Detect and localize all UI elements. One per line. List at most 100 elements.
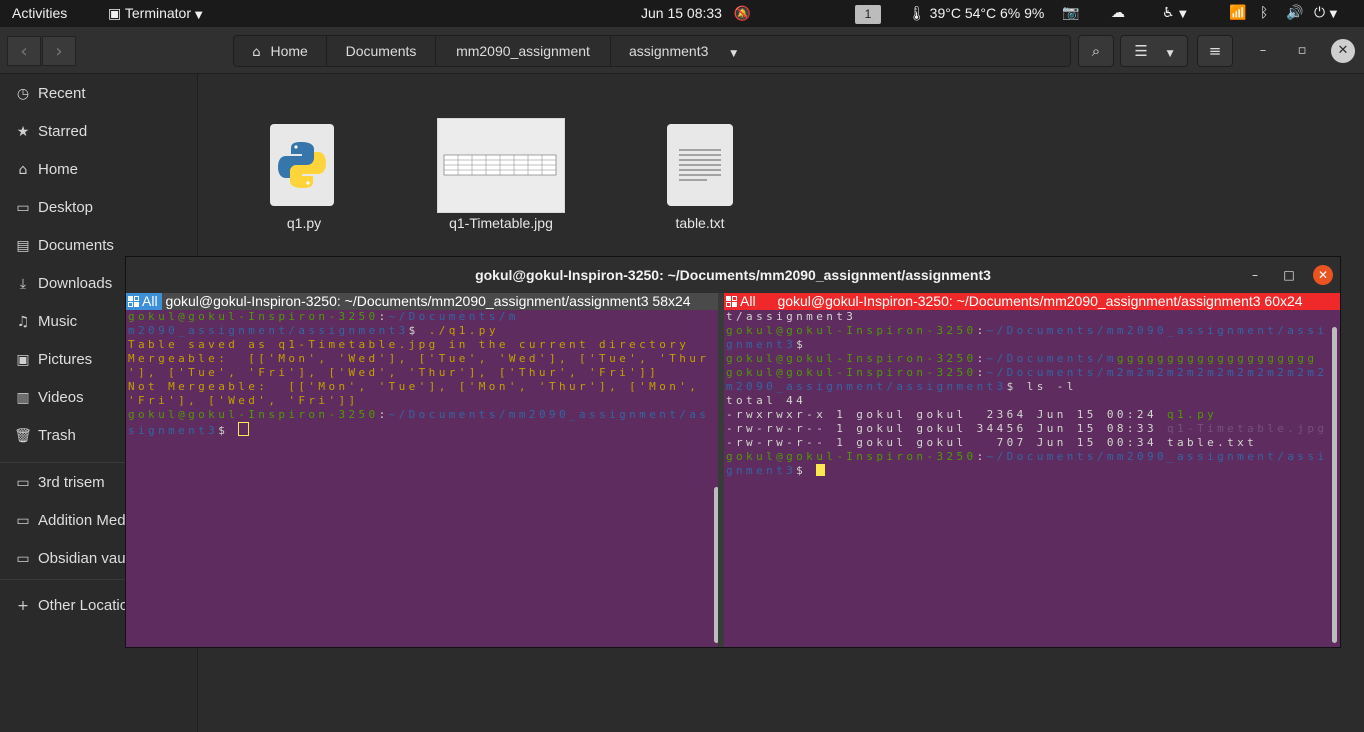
terminal-line: '], ['Tue', 'Fri'], ['Wed', 'Thur'], ['T… bbox=[128, 366, 660, 379]
clock-label: Jun 15 08:33 bbox=[641, 5, 722, 21]
desktop-icon: ▭ bbox=[16, 200, 30, 216]
back-button[interactable]: ‹ bbox=[7, 36, 41, 66]
menu-button[interactable]: ≡ bbox=[1197, 35, 1233, 67]
sidebar-item-label: Pictures bbox=[38, 351, 93, 368]
sidebar-item-label: Obsidian vault bbox=[38, 550, 134, 567]
pane-header-right[interactable]: All gokul@gokul-Inspiron-3250: ~/Documen… bbox=[724, 293, 1340, 310]
trash-icon: 🗑 bbox=[14, 428, 32, 444]
close-button[interactable]: ✕ bbox=[1313, 265, 1333, 285]
terminal-line: gnment3$ bbox=[726, 338, 807, 351]
close-button[interactable]: ✕ bbox=[1331, 39, 1355, 63]
hamburger-icon: ≡ bbox=[1208, 42, 1222, 60]
clock-icon: ◷ bbox=[16, 86, 30, 102]
sidebar-item-label: 3rd trisem bbox=[38, 474, 105, 491]
home-icon: ⌂ bbox=[252, 45, 261, 60]
terminal-pane-right[interactable]: All gokul@gokul-Inspiron-3250: ~/Documen… bbox=[724, 293, 1340, 647]
workspace-indicator[interactable]: 1 bbox=[855, 0, 881, 27]
list-view-icon: ☰ bbox=[1134, 42, 1148, 60]
cloud-icon[interactable]: ☁ bbox=[1111, 0, 1125, 27]
pane-header-left[interactable]: All gokul@gokul-Inspiron-3250: ~/Documen… bbox=[126, 293, 718, 310]
terminal-line: Not Mergeable: [['Mon', 'Tue'], ['Mon', … bbox=[128, 380, 700, 393]
forward-button[interactable]: › bbox=[42, 36, 76, 66]
scrollbar-right[interactable] bbox=[1332, 327, 1337, 643]
terminal-line: Mergeable: [['Mon', 'Wed'], ['Tue', 'Wed… bbox=[128, 352, 710, 365]
terminator-titlebar[interactable]: gokul@gokul-Inspiron-3250: ~/Documents/m… bbox=[126, 257, 1340, 293]
minimize-button[interactable]: – bbox=[1245, 265, 1265, 285]
maximize-button[interactable]: ▫ bbox=[1290, 39, 1314, 63]
grid-icon bbox=[128, 296, 139, 307]
chevron-down-icon: ▼ bbox=[730, 49, 738, 59]
drive-icon: ▭ bbox=[16, 475, 30, 491]
download-icon: ⤓ bbox=[19, 276, 27, 292]
video-icon: ▥ bbox=[16, 390, 30, 406]
files-headerbar: ‹ › ⌂ Home Documents mm2090_assignment as… bbox=[0, 27, 1364, 74]
chevron-down-icon: ▼ bbox=[194, 10, 203, 21]
sidebar-item-label: Starred bbox=[38, 123, 88, 140]
broadcast-group-badge[interactable]: All bbox=[126, 293, 162, 310]
sidebar-item-label: Downloads bbox=[38, 275, 113, 292]
grid-icon bbox=[726, 296, 737, 307]
breadcrumb-mm2090[interactable]: mm2090_assignment bbox=[436, 36, 611, 66]
breadcrumb-label: assignment3 bbox=[629, 43, 709, 59]
clock[interactable]: Jun 15 08:33 🔕 bbox=[641, 0, 751, 27]
chevron-left-icon: ‹ bbox=[20, 41, 28, 62]
sidebar-item-label: Home bbox=[38, 161, 79, 178]
ls-row: -rwxrwxr-x 1 gokul gokul 2364 Jun 15 00:… bbox=[726, 408, 1218, 421]
terminal-line: gokul@gokul-Inspiron-3250:~/Documents/mm… bbox=[726, 450, 1328, 463]
terminal-line: gokul@gokul-Inspiron-3250:~/Documents/mm… bbox=[726, 324, 1328, 337]
sidebar-item-label: Addition Media bbox=[38, 512, 138, 529]
window-title: gokul@gokul-Inspiron-3250: ~/Documents/m… bbox=[475, 267, 991, 283]
image-thumbnail bbox=[437, 118, 565, 213]
chevron-down-icon: ▼ bbox=[1166, 49, 1174, 59]
terminal-line: gokul@gokul-Inspiron-3250:~/Documents/mg… bbox=[726, 352, 1318, 365]
sidebar-item-label: Desktop bbox=[38, 199, 94, 216]
ls-row: -rw-rw-r-- 1 gokul gokul 707 Jun 15 00:3… bbox=[726, 436, 1258, 449]
breadcrumb-documents[interactable]: Documents bbox=[327, 36, 436, 66]
breadcrumb-label: Documents bbox=[345, 43, 417, 59]
workspace-number: 1 bbox=[855, 4, 881, 24]
sidebar-item-label: Trash bbox=[38, 427, 76, 444]
activities-button[interactable]: Activities bbox=[12, 0, 67, 27]
terminal-cursor bbox=[816, 464, 826, 476]
sidebar-item-label: Documents bbox=[38, 237, 114, 254]
music-icon: ♫ bbox=[16, 314, 30, 330]
file-item-table-txt[interactable]: table.txt bbox=[650, 123, 750, 238]
terminal-line: m2090_assignment/assignment3$ ./q1.py bbox=[128, 324, 499, 337]
bluetooth-icon[interactable]: ᛒ bbox=[1260, 0, 1268, 27]
badge-label: All bbox=[740, 293, 756, 309]
broadcast-group-badge[interactable]: All bbox=[724, 293, 760, 310]
search-button[interactable]: ⌕ bbox=[1078, 35, 1114, 67]
sidebar-item-recent[interactable]: ◷ Recent bbox=[0, 76, 197, 112]
volume-icon[interactable]: 🔊 bbox=[1286, 0, 1303, 27]
maximize-button[interactable]: □ bbox=[1279, 265, 1299, 285]
drive-icon: ▭ bbox=[16, 551, 30, 567]
search-icon: ⌕ bbox=[1091, 42, 1101, 60]
terminal-cursor bbox=[238, 422, 250, 436]
wifi-icon[interactable]: 📶 bbox=[1229, 0, 1246, 27]
star-icon: ★ bbox=[16, 124, 30, 140]
drive-icon: ▭ bbox=[16, 513, 30, 529]
minimize-button[interactable]: – bbox=[1251, 39, 1275, 63]
breadcrumb-home[interactable]: ⌂ Home bbox=[234, 36, 327, 66]
terminator-window: gokul@gokul-Inspiron-3250: ~/Documents/m… bbox=[125, 256, 1341, 648]
power-icon[interactable]: ⏻ ▼ bbox=[1314, 0, 1337, 27]
terminal-line: Table saved as q1-Timetable.jpg in the c… bbox=[128, 338, 690, 351]
breadcrumb-assignment3[interactable]: assignment3 ▼ bbox=[611, 36, 750, 66]
view-toggle-button[interactable]: ☰ ▼ bbox=[1120, 35, 1188, 67]
terminal-app-icon: ▣ bbox=[108, 6, 122, 22]
sidebar-item-starred[interactable]: ★ Starred bbox=[0, 114, 197, 150]
screenshot-icon[interactable]: 📷 bbox=[1062, 0, 1079, 27]
accessibility-icon[interactable]: ♿ ▼ bbox=[1162, 0, 1187, 27]
terminal-line: m2090_assignment/assignment3$ ls -l bbox=[726, 380, 1077, 393]
terminal-line: 'Fri'], ['Wed', 'Fri']] bbox=[128, 394, 359, 407]
path-bar: ⌂ Home Documents mm2090_assignment assign… bbox=[233, 35, 1071, 67]
file-item-q1-timetable[interactable]: q1-Timetable.jpg bbox=[436, 118, 566, 238]
sidebar-item-home[interactable]: ⌂ Home bbox=[0, 152, 197, 188]
terminal-line: gokul@gokul-Inspiron-3250:~/Documents/m2… bbox=[726, 366, 1328, 379]
file-item-q1-py[interactable]: q1.py bbox=[254, 123, 354, 238]
terminal-line: gnment3$ bbox=[726, 464, 826, 478]
sidebar-item-desktop[interactable]: ▭ Desktop bbox=[0, 190, 197, 226]
app-menu[interactable]: ▣ Terminator ▼ bbox=[108, 0, 203, 27]
terminal-pane-left[interactable]: All gokul@gokul-Inspiron-3250: ~/Documen… bbox=[126, 293, 718, 647]
system-monitor[interactable]: 🌡 39°C 54°C 6% 9% bbox=[908, 0, 1044, 27]
